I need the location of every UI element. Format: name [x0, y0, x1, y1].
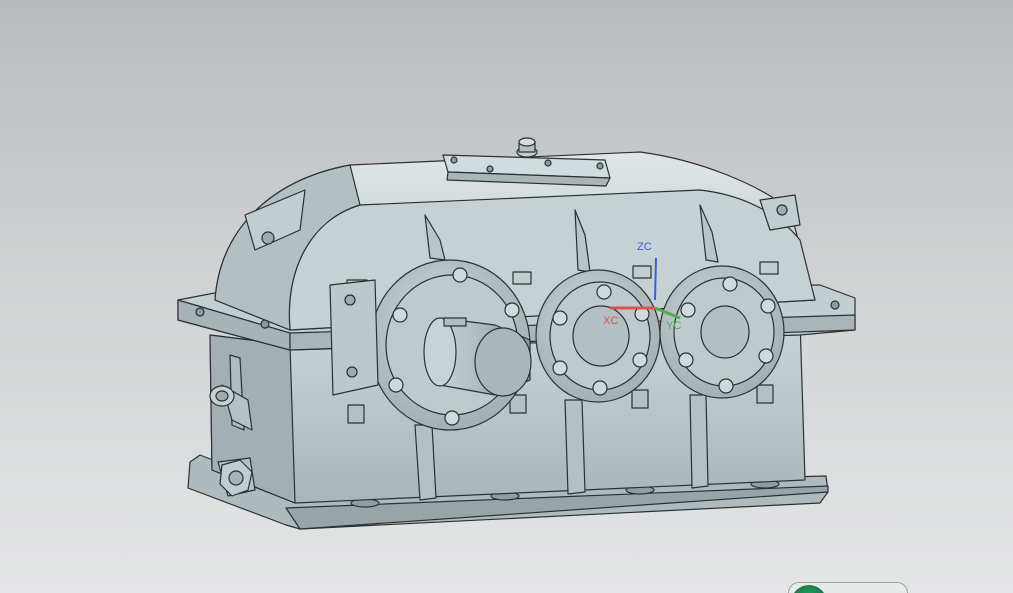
intermediate-bearing-cap — [535, 269, 661, 403]
output-bearing-cap — [659, 265, 785, 399]
inspection-cover — [442, 137, 611, 187]
xc-label: XC — [603, 315, 618, 327]
zc-axis — [654, 257, 657, 301]
yc-label: YC — [666, 320, 681, 332]
graphics-viewport[interactable]: ZC XC YC — [0, 0, 1013, 593]
zc-label: ZC — [637, 241, 652, 253]
status-badge[interactable] — [788, 582, 908, 593]
gearbox-model[interactable]: ZC XC YC — [0, 0, 1013, 593]
locating-block — [329, 279, 379, 396]
logo-icon — [791, 585, 827, 593]
